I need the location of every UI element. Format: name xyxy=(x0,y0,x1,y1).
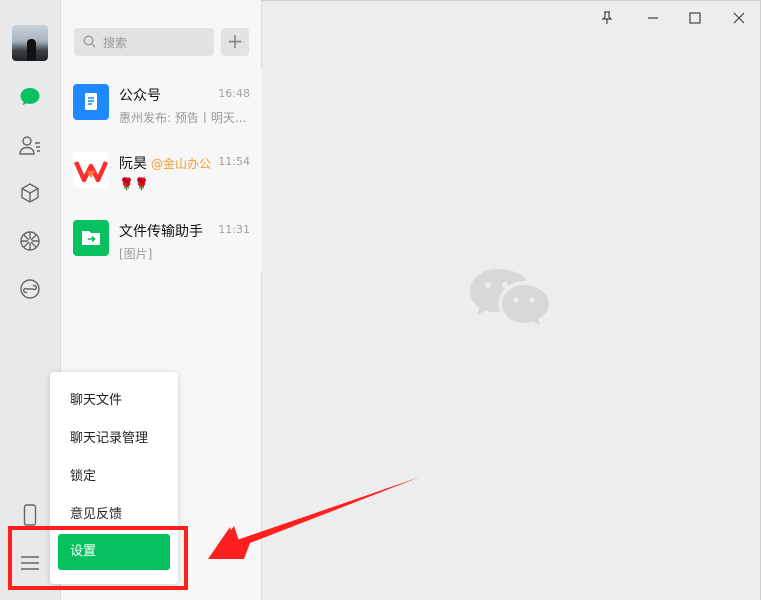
search-icon xyxy=(83,35,96,48)
chat-preview: [图片] xyxy=(119,247,153,261)
chat-item-official-accounts[interactable]: 公众号 16:48 惠州发布: 预告丨明天... xyxy=(61,68,262,136)
search-input[interactable]: 搜索 xyxy=(74,28,214,56)
menu-item-lock[interactable]: 锁定 xyxy=(50,459,178,495)
moments-icon[interactable] xyxy=(17,228,43,254)
chat-name: 公众号 xyxy=(119,88,161,104)
search-placeholder: 搜索 xyxy=(103,36,128,50)
main-panel xyxy=(208,0,761,600)
mini-program-icon[interactable] xyxy=(17,276,43,302)
company-tag: @金山办公 xyxy=(151,157,212,171)
chat-time: 16:48 xyxy=(218,87,250,100)
wps-logo xyxy=(73,152,109,188)
maximize-icon[interactable] xyxy=(683,7,707,29)
chat-time: 11:31 xyxy=(218,223,250,236)
chat-icon[interactable] xyxy=(17,84,43,110)
box-icon[interactable] xyxy=(17,180,43,206)
menu-item-chat-files[interactable]: 聊天文件 xyxy=(50,383,178,419)
annotation-highlight-box xyxy=(8,526,188,590)
add-button[interactable]: + xyxy=(221,28,249,56)
official-account-icon xyxy=(73,84,109,120)
chat-preview: 惠州发布: 预告丨明天... xyxy=(119,111,247,125)
wechat-logo-icon xyxy=(470,269,549,325)
annotation-arrow xyxy=(208,477,420,559)
chat-name: 文件传输助手 xyxy=(119,224,203,240)
menu-item-chat-history[interactable]: 聊天记录管理 xyxy=(50,421,178,457)
minimize-icon[interactable] xyxy=(641,7,665,29)
chat-item-file-transfer[interactable]: 文件传输助手 11:31 [图片] xyxy=(61,204,262,272)
contacts-icon[interactable] xyxy=(17,132,43,158)
file-transfer-icon xyxy=(73,220,109,256)
close-icon[interactable] xyxy=(727,7,751,29)
chat-preview: 🌹🌹 xyxy=(119,177,149,191)
chat-time: 11:54 xyxy=(218,155,250,168)
chat-name: 阮昊 @金山办公 xyxy=(119,153,211,173)
chat-item-ruanhao[interactable]: 阮昊 @金山办公 11:54 🌹🌹 xyxy=(61,136,262,204)
phone-icon[interactable] xyxy=(17,502,43,528)
pin-icon[interactable] xyxy=(595,7,619,29)
avatar[interactable] xyxy=(12,25,48,61)
chat-name-text: 阮昊 xyxy=(119,156,147,172)
